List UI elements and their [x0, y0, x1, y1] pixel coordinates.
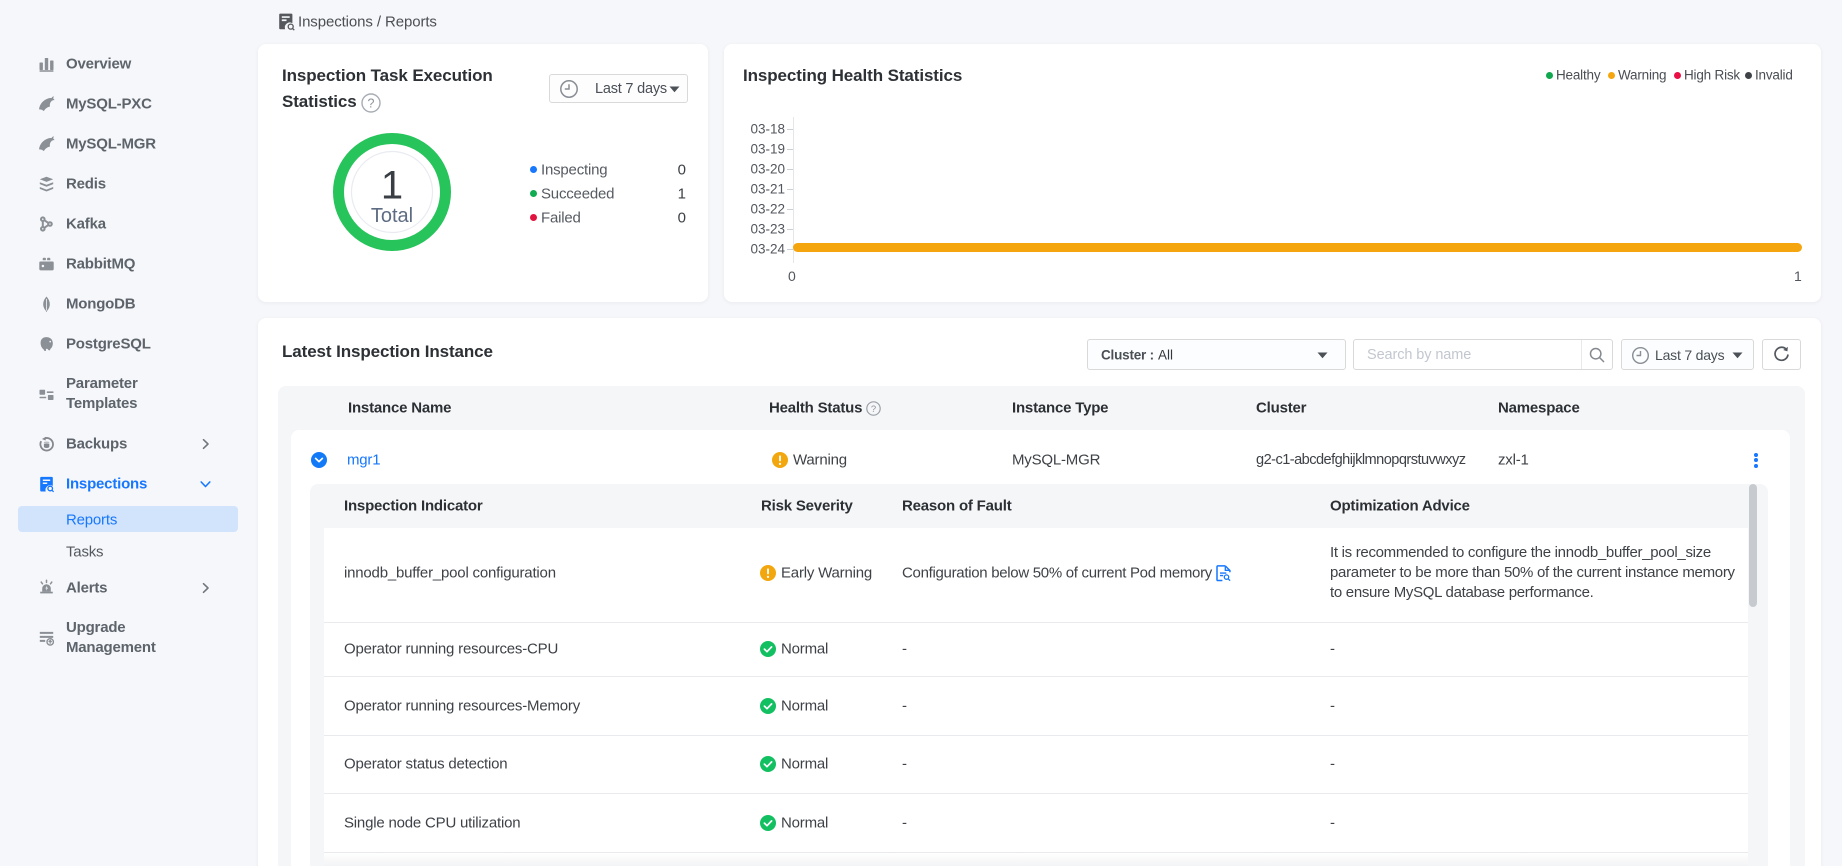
svg-text:1: 1 [381, 164, 403, 208]
svg-text:Total: Total [371, 205, 413, 227]
svg-text:?: ? [871, 403, 876, 414]
svg-text:?: ? [368, 96, 375, 110]
